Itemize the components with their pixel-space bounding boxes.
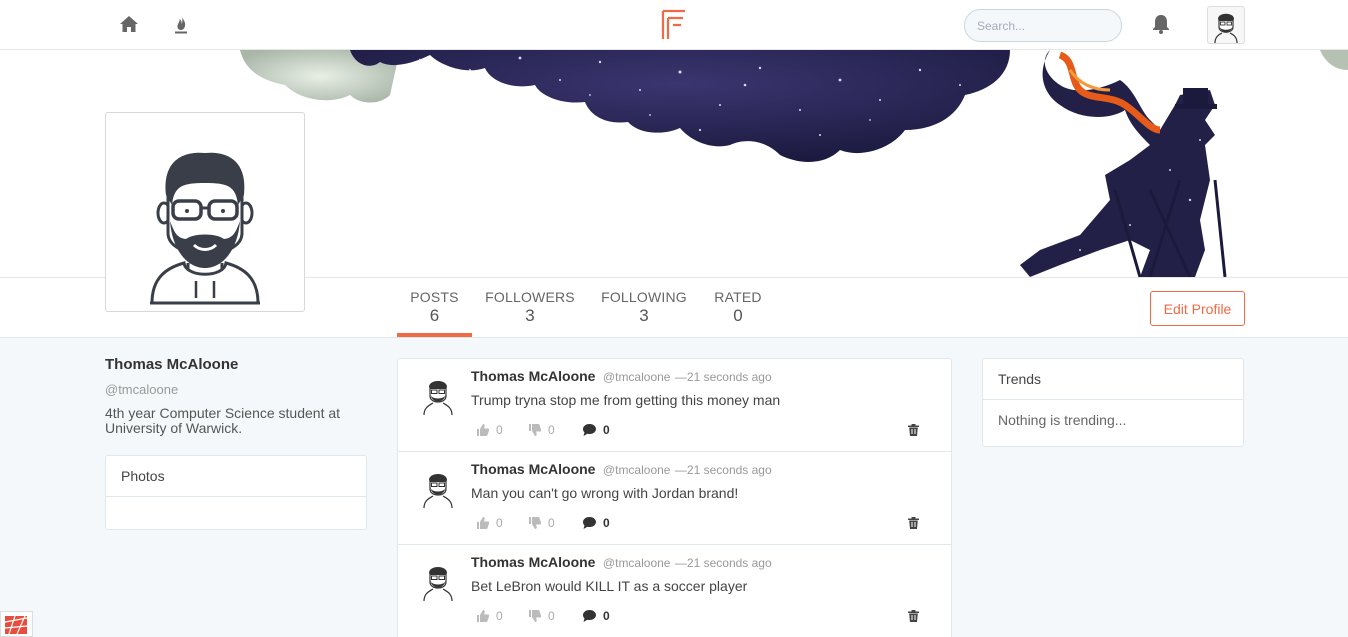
post-timestamp: —21 seconds ago [674, 463, 772, 477]
post-header: Thomas McAloone @tmcaloone —21 seconds a… [471, 554, 772, 572]
stat-label: FOLLOWERS [485, 289, 575, 305]
thumbs-up-icon [477, 424, 490, 436]
search-input[interactable] [964, 9, 1122, 42]
post-timestamp: —21 seconds ago [674, 556, 772, 570]
post-avatar[interactable] [420, 468, 456, 509]
tab-following[interactable]: FOLLOWING 3 [599, 278, 689, 337]
dislike-count: 0 [548, 609, 555, 623]
comment-count: 0 [603, 423, 610, 437]
post-item: Thomas McAloone @tmcaloone —21 seconds a… [398, 452, 951, 545]
posts-feed: Thomas McAloone @tmcaloone —21 seconds a… [397, 358, 952, 637]
user-avatar-menu[interactable] [1207, 6, 1245, 44]
thumbs-down-icon [529, 610, 542, 622]
stat-value: 3 [525, 306, 535, 325]
like-count: 0 [496, 609, 503, 623]
dislike-count: 0 [548, 423, 555, 437]
edit-profile-button[interactable]: Edit Profile [1150, 291, 1245, 326]
comment-icon [583, 517, 596, 529]
stat-label: RATED [714, 289, 762, 305]
top-navbar [0, 0, 1348, 50]
comment-icon [583, 424, 596, 436]
trash-icon [908, 517, 919, 529]
post-item: Thomas McAloone @tmcaloone —21 seconds a… [398, 545, 951, 637]
post-handle[interactable]: @tmcaloone [603, 370, 671, 384]
stat-value: 3 [639, 306, 649, 325]
photos-title: Photos [106, 456, 366, 497]
like-button[interactable]: 0 [476, 514, 503, 532]
comment-button[interactable]: 0 [582, 421, 610, 439]
flame-icon[interactable] [170, 13, 192, 35]
trends-panel: Trends Nothing is trending... [982, 358, 1244, 447]
bell-icon[interactable] [1150, 13, 1172, 35]
comment-icon [583, 610, 596, 622]
trends-empty-text: Nothing is trending... [998, 412, 1127, 428]
f-logo-icon[interactable] [660, 8, 688, 42]
post-avatar[interactable] [420, 561, 456, 602]
thumbs-up-icon [477, 517, 490, 529]
post-author[interactable]: Thomas McAloone [471, 368, 595, 384]
profile-handle: @tmcaloone [105, 382, 179, 397]
thumbs-up-icon [477, 610, 490, 622]
debug-toolbar-icon[interactable] [0, 611, 33, 637]
stat-value: 0 [733, 306, 743, 325]
stat-value: 6 [429, 306, 440, 325]
home-icon[interactable] [118, 13, 140, 35]
dislike-button[interactable]: 0 [528, 514, 555, 532]
dislike-button[interactable]: 0 [528, 421, 555, 439]
tab-rated[interactable]: RATED 0 [712, 278, 764, 337]
profile-name: Thomas McAloone [105, 356, 239, 373]
tab-followers[interactable]: FOLLOWERS 3 [485, 278, 575, 337]
like-button[interactable]: 0 [476, 421, 503, 439]
comment-button[interactable]: 0 [582, 514, 610, 532]
post-text: Trump tryna stop me from getting this mo… [471, 392, 781, 408]
photos-body [106, 497, 366, 521]
stat-label: POSTS [410, 289, 459, 305]
post-author[interactable]: Thomas McAloone [471, 461, 595, 477]
thumbs-down-icon [529, 424, 542, 436]
delete-button[interactable] [908, 514, 919, 532]
photos-panel: Photos [105, 455, 367, 530]
comment-count: 0 [603, 516, 610, 530]
trash-icon [908, 424, 919, 436]
post-item: Thomas McAloone @tmcaloone —21 seconds a… [398, 359, 951, 452]
like-count: 0 [496, 516, 503, 530]
like-count: 0 [496, 423, 503, 437]
trends-title: Trends [983, 359, 1243, 400]
thumbs-down-icon [529, 517, 542, 529]
trash-icon [908, 610, 919, 622]
dislike-button[interactable]: 0 [528, 607, 555, 625]
post-header: Thomas McAloone @tmcaloone —21 seconds a… [471, 368, 772, 386]
profile-bio: 4th year Computer Science student at Uni… [105, 405, 341, 436]
dislike-count: 0 [548, 516, 555, 530]
post-handle[interactable]: @tmcaloone [603, 463, 671, 477]
post-header: Thomas McAloone @tmcaloone —21 seconds a… [471, 461, 772, 479]
tab-posts[interactable]: POSTS 6 [397, 278, 472, 337]
post-actions: 0 0 0 [476, 607, 936, 625]
delete-button[interactable] [908, 421, 919, 439]
comment-button[interactable]: 0 [582, 607, 610, 625]
post-timestamp: —21 seconds ago [674, 370, 772, 384]
post-handle[interactable]: @tmcaloone [603, 556, 671, 570]
post-author[interactable]: Thomas McAloone [471, 554, 595, 570]
post-text: Man you can't go wrong with Jordan brand… [471, 485, 739, 501]
post-actions: 0 0 0 [476, 514, 936, 532]
comment-count: 0 [603, 609, 610, 623]
delete-button[interactable] [908, 607, 919, 625]
stat-label: FOLLOWING [601, 289, 687, 305]
post-actions: 0 0 0 [476, 421, 936, 439]
post-avatar[interactable] [420, 375, 456, 416]
like-button[interactable]: 0 [476, 607, 503, 625]
profile-avatar[interactable] [105, 112, 305, 312]
post-text: Bet LeBron would KILL IT as a soccer pla… [471, 578, 748, 594]
